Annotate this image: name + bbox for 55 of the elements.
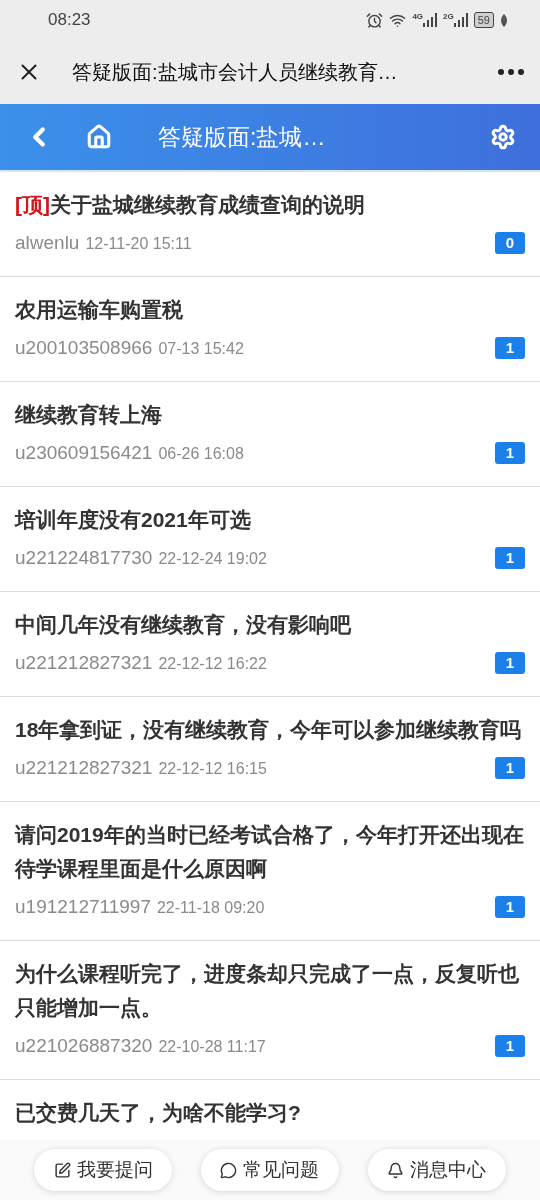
reply-count: 0 — [495, 232, 525, 254]
reply-count: 1 — [495, 442, 525, 464]
network-label: 4G — [412, 13, 424, 21]
reply-count: 1 — [495, 547, 525, 569]
post-title[interactable]: 继续教育转上海 — [15, 398, 525, 432]
page-title: 答疑版面:盐城市会计人员继续教育… — [72, 60, 399, 85]
post-time: 06-26 16:08 — [158, 443, 244, 464]
post-time: 22-11-18 09:20 — [156, 897, 265, 918]
post-author: u221212827321 — [15, 650, 153, 675]
post-title[interactable]: 培训年度没有2021年可选 — [15, 503, 525, 537]
reply-count: 1 — [495, 1035, 525, 1057]
post-time: 12-11-20 15:11 — [85, 233, 192, 254]
home-button[interactable] — [86, 124, 112, 150]
post-author: u230609156421 — [15, 440, 153, 465]
post-time: 22-12-24 19:02 — [158, 548, 267, 569]
edit-icon — [53, 1161, 71, 1179]
nav-button[interactable]: 我要提问 — [34, 1149, 173, 1191]
reply-count: 1 — [495, 652, 525, 674]
home-icon — [86, 124, 112, 150]
network-label: 2G — [443, 13, 454, 21]
post-title[interactable]: 请问2019年的当时已经考试合格了，今年打开还出现在待学课程里面是什么原因啊 — [15, 818, 525, 886]
post-title[interactable]: 18年拿到证，没有继续教育，今年可以参加继续教育吗 — [15, 713, 525, 747]
post-title[interactable]: [顶]关于盐城继续教育成绩查询的说明 — [15, 188, 525, 222]
settings-icon — [490, 124, 516, 150]
post-time: 22-12-12 16:22 — [158, 653, 267, 674]
signal-icon — [423, 13, 438, 27]
nav-button[interactable]: 消息中心 — [367, 1149, 506, 1191]
post-author: u221212827321 — [15, 755, 153, 780]
battery-indicator: 59 — [473, 12, 494, 28]
post-author: u200103508966 — [15, 335, 153, 360]
nav-button[interactable]: 常见问题 — [201, 1149, 339, 1191]
reply-count: 1 — [495, 896, 525, 918]
leaf-icon — [500, 13, 508, 27]
status-time: 08:23 — [48, 9, 91, 32]
post-author: alwenlu — [15, 230, 80, 255]
reply-count: 1 — [495, 757, 525, 779]
post-time: 22-12-12 16:15 — [158, 758, 267, 779]
post-author: u221026887320 — [15, 1033, 153, 1058]
post-time: 22-10-28 11:17 — [158, 1036, 266, 1057]
speech-bubble-icon — [220, 1161, 238, 1179]
header-title: 答疑版面:盐城… — [158, 122, 327, 152]
post-title[interactable]: 已交费几天了，为啥不能学习? — [15, 1096, 525, 1130]
more-icon — [498, 69, 524, 75]
post-title[interactable]: 为什么课程听完了，进度条却只完成了一点，反复听也只能增加一点。 — [15, 957, 525, 1025]
bell-icon — [387, 1161, 405, 1179]
more-button[interactable] — [498, 69, 524, 75]
post-title[interactable]: 农用运输车购置税 — [15, 293, 525, 327]
settings-button[interactable] — [490, 124, 516, 150]
signal-icon — [453, 13, 468, 27]
reply-count: 1 — [495, 337, 525, 359]
post-time: 07-13 15:42 — [158, 338, 244, 359]
alarm-icon — [366, 11, 384, 29]
post-author: u191212711997 — [15, 894, 151, 919]
post-title[interactable]: 中间几年没有继续教育，没有影响吧 — [15, 608, 525, 642]
post-author: u221224817730 — [15, 545, 153, 570]
